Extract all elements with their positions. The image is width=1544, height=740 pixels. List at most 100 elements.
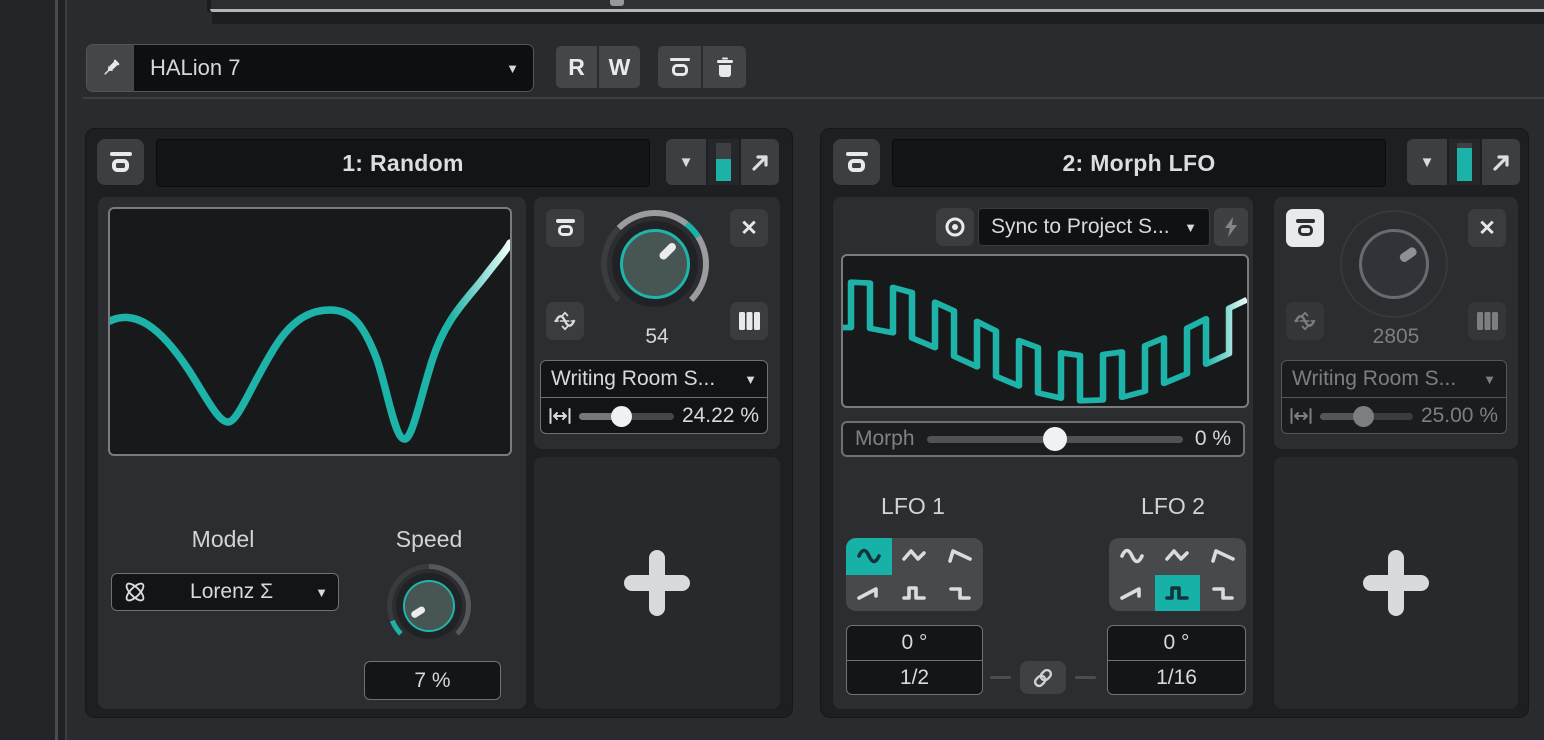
lfo1-shape-step[interactable] [937, 575, 983, 612]
lfo2-shape-triangle[interactable] [1155, 538, 1201, 575]
slot1-destination-panel: ✕ 54 [534, 197, 780, 449]
dest2-target-box: Writing Room S... ▼ 25.00 % [1281, 360, 1507, 434]
slot1-add-destination-panel[interactable] [534, 457, 780, 709]
lightning-icon [1223, 217, 1239, 237]
lfo1-shape-saw-down[interactable] [937, 538, 983, 575]
morph-waveform [843, 256, 1247, 406]
dest2-keyrange-button[interactable] [1468, 302, 1506, 340]
lfo2-shape-sine[interactable] [1109, 538, 1155, 575]
chevron-down-icon: ▼ [679, 154, 694, 171]
target-icon [944, 216, 966, 238]
model-label: Model [138, 526, 308, 553]
dest1-target: Writing Room S... [551, 367, 744, 391]
sync-target-button[interactable] [936, 208, 974, 246]
speed-value-field[interactable]: 7 % [364, 661, 501, 700]
close-icon: ✕ [740, 216, 758, 241]
step-wave-icon [1210, 583, 1236, 603]
lfo1-shape-ramp-up[interactable] [846, 575, 892, 612]
lfo1-shape-sine[interactable] [846, 538, 892, 575]
ramp-up-icon [856, 583, 882, 603]
lfo1-fields: 0 ° 1/2 [846, 625, 983, 695]
write-button[interactable]: W [599, 46, 640, 88]
left-sidebar [0, 0, 55, 740]
sine-wave-icon [1119, 546, 1145, 566]
dest2-amount[interactable]: 25.00 % [1421, 404, 1498, 428]
bypass-icon [110, 152, 132, 173]
bypass-icon [846, 152, 868, 173]
dest1-target-dropdown[interactable]: Writing Room S... ▼ [541, 361, 767, 398]
delete-button[interactable] [703, 46, 746, 88]
bypass-trash-group [658, 46, 746, 88]
dest1-polarity-button[interactable] [546, 302, 584, 340]
dest1-keyrange-button[interactable] [730, 302, 768, 340]
morph-slider[interactable] [927, 436, 1183, 443]
sidebar-gutter [58, 0, 65, 740]
dest2-target-dropdown[interactable]: Writing Room S... ▼ [1282, 361, 1506, 398]
chevron-down-icon: ▼ [506, 61, 519, 76]
lfo1-rate-field[interactable]: 1/2 [847, 661, 982, 695]
lfo2-shape-pulse[interactable] [1155, 575, 1201, 612]
panel-above-handle[interactable] [610, 0, 624, 6]
lfo1-shape-triangle[interactable] [892, 538, 938, 575]
dest1-target-box: Writing Room S... ▼ 24.22 % [540, 360, 768, 434]
dest2-remove-button[interactable]: ✕ [1468, 209, 1506, 247]
morph-value[interactable]: 0 % [1195, 427, 1231, 451]
lfo1-shape-selector [846, 538, 983, 611]
slot2-bypass-button[interactable] [833, 139, 880, 185]
slot2-destination-panel: ✕ 2805 [1274, 197, 1518, 449]
lfo2-shape-step[interactable] [1200, 575, 1246, 612]
dest1-depth-knob[interactable] [601, 210, 709, 318]
lfo2-rate-field[interactable]: 1/16 [1108, 661, 1245, 695]
dest2-depth-slider[interactable] [1320, 413, 1413, 420]
dest2-depth-knob[interactable] [1340, 210, 1448, 318]
pin-button[interactable] [87, 45, 134, 91]
model-value: Lorenz Σ [148, 580, 315, 604]
slot1-expand-button[interactable] [741, 139, 779, 185]
plugin-dropdown[interactable]: HALion 7 ▼ [134, 45, 533, 91]
dest1-depth-slider[interactable] [579, 413, 674, 420]
lfo2-phase-field[interactable]: 0 ° [1108, 626, 1245, 661]
modulator-slot-1: 1: Random ▼ [85, 128, 793, 718]
chevron-down-icon: ▼ [315, 585, 328, 600]
slot1-menu-button[interactable]: ▼ [666, 139, 706, 185]
lfo1-shape-pulse[interactable] [892, 575, 938, 612]
slot1-title: 1: Random [342, 150, 464, 177]
close-icon: ✕ [1478, 216, 1496, 241]
slot2-content-panel: Sync to Project S... ▼ [833, 197, 1253, 709]
lfo2-shape-ramp-up[interactable] [1109, 575, 1155, 612]
pulse-wave-icon [1164, 583, 1190, 603]
saw-down-icon [947, 546, 973, 566]
slot2-output-meter [1449, 139, 1480, 185]
dest2-depth-row: 25.00 % [1282, 398, 1506, 434]
slot2-add-destination-panel[interactable] [1274, 457, 1518, 709]
slot2-title-box: 2: Morph LFO [892, 139, 1386, 187]
dest1-bypass-button[interactable] [546, 209, 584, 247]
link-icon [1031, 666, 1055, 690]
pulse-wave-icon [901, 583, 927, 603]
slot1-bypass-button[interactable] [97, 139, 144, 185]
morph-label: Morph [855, 427, 915, 451]
lfo1-phase-field[interactable]: 0 ° [847, 626, 982, 661]
lfo2-shape-saw-down[interactable] [1200, 538, 1246, 575]
sidebar-border-2 [65, 0, 67, 740]
lfo1-label: LFO 1 [833, 493, 993, 520]
pin-icon [100, 57, 122, 79]
bypass-all-button[interactable] [658, 46, 701, 88]
dest1-remove-button[interactable]: ✕ [730, 209, 768, 247]
speed-knob[interactable] [387, 564, 471, 648]
bypass-icon [556, 219, 575, 237]
dest2-bypass-button[interactable] [1286, 209, 1324, 247]
model-dropdown[interactable]: Lorenz Σ ▼ [111, 573, 339, 611]
dest1-amount[interactable]: 24.22 % [682, 404, 759, 428]
link-dash-right [1075, 676, 1096, 679]
slot2-expand-button[interactable] [1482, 139, 1520, 185]
lfo-link-button[interactable] [1020, 661, 1066, 694]
step-wave-icon [947, 583, 973, 603]
slot2-menu-button[interactable]: ▼ [1407, 139, 1447, 185]
read-button[interactable]: R [556, 46, 597, 88]
plus-icon [1363, 550, 1429, 616]
retrigger-button[interactable] [1214, 208, 1248, 246]
sync-dropdown[interactable]: Sync to Project S... ▼ [978, 208, 1210, 246]
triangle-wave-icon [1164, 546, 1190, 566]
dest2-polarity-button[interactable] [1286, 302, 1324, 340]
